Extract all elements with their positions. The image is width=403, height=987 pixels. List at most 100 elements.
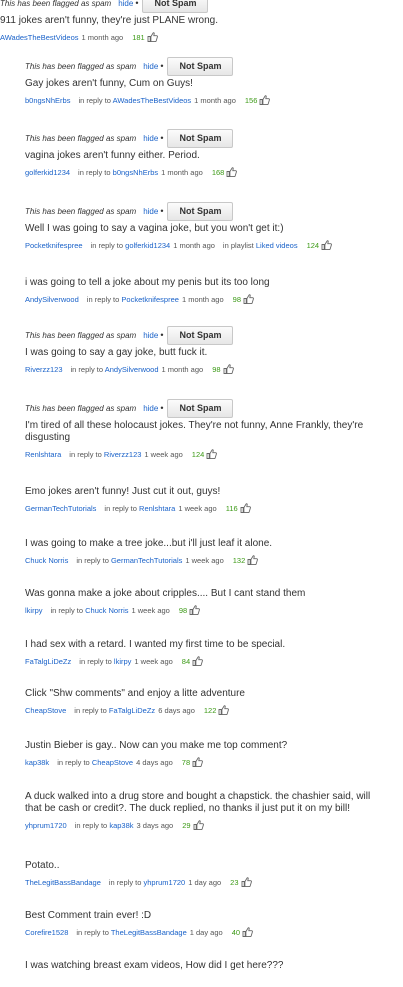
thumbs-up-icon[interactable] [247,555,259,566]
comment-author-link[interactable]: kap38k [25,758,49,767]
comment-time: 1 month ago [161,167,203,177]
thumbs-up-icon[interactable] [147,32,158,43]
comment-time: 1 week ago [178,503,217,513]
spam-flag-label: This has been flagged as spam [0,0,112,8]
thumbs-up-icon[interactable] [226,167,238,178]
in-reply-to-label: in reply to [78,167,111,177]
comment-author-link[interactable]: CheapStove [25,706,66,715]
reply-parent-link[interactable]: AndySilverwood [105,365,159,374]
comment: Potato.. TheLegitBassBandage in reply to… [25,858,403,888]
like-count: 98 [178,605,188,615]
comment-author-link[interactable]: AWadesTheBestVideos [0,33,79,42]
reply-parent-link[interactable]: Chuck Norris [85,606,128,615]
comment-author-link[interactable]: Renlshtara [25,450,61,459]
reply-parent-link[interactable]: Riverzz123 [104,450,142,459]
comment-author-link[interactable]: TheLegitBassBandage [25,878,101,887]
not-spam-button[interactable]: Not Spam [167,325,234,345]
comment: Emo jokes aren't funny! Just cut it out,… [25,484,403,514]
comment-text: I had sex with a retard. I wanted my fir… [25,639,286,650]
reply-parent-link[interactable]: FaTalgLiDeZz [109,706,155,715]
reply-parent-link[interactable]: GermanTechTutorials [111,556,182,565]
hide-link[interactable]: hide [143,62,158,71]
thumbs-up-icon[interactable] [241,877,252,888]
comment-author-link[interactable]: Chuck Norris [25,556,68,565]
in-reply-to-label: in reply to [90,240,124,250]
like-count: 168 [211,167,225,177]
reply-parent-link[interactable]: CheapStove [92,758,133,767]
comment-author-link[interactable]: FaTalgLiDeZz [25,657,71,666]
reply-parent-link[interactable]: TheLegitBassBandage [111,928,187,937]
comment-time: 6 days ago [158,705,195,715]
not-spam-button[interactable]: Not Spam [142,0,209,13]
spam-flag-row: This has been flagged as spam hide • Not… [25,398,403,418]
thumbs-up-icon[interactable] [206,449,218,460]
reply-parent-link[interactable]: lkirpy [114,657,132,666]
in-reply-to-label: in reply to [79,656,112,666]
thumbs-up-icon[interactable] [240,503,251,514]
not-spam-button[interactable]: Not Spam [167,201,234,221]
like-count: 156 [244,95,258,105]
in-reply-to-label: in reply to [50,605,84,615]
comment-author-link[interactable]: Riverzz123 [25,365,63,374]
not-spam-button[interactable]: Not Spam [167,56,234,76]
thumbs-up-icon[interactable] [193,820,204,831]
comment-meta: AndySilverwood in reply to Pocketknifesp… [25,294,403,305]
like-count: 23 [230,877,239,887]
reply-parent-link[interactable]: AWadesTheBestVideos [113,96,192,105]
reply-info: in reply to kap38k [67,821,134,830]
comment-author-link[interactable]: golferkid1234 [25,168,70,177]
comment-author-link[interactable]: lkirpy [25,606,43,615]
reply-parent-link[interactable]: b0ngsNhErbs [113,168,158,177]
comment-author-link[interactable]: AndySilverwood [25,295,79,304]
in-reply-to-label: in reply to [70,364,104,374]
hide-link[interactable]: hide [143,331,158,340]
comment-time: 1 week ago [134,656,173,666]
hide-link[interactable]: hide [143,207,158,216]
thumbs-up-icon[interactable] [243,294,254,305]
comment-author-link[interactable]: Pocketknifespree [25,241,83,250]
comment-author-link[interactable]: yhprum1720 [25,821,67,830]
not-spam-button[interactable]: Not Spam [167,398,234,418]
comment-meta: Chuck Norris in reply to GermanTechTutor… [25,555,403,566]
comment-author-link[interactable]: b0ngsNhErbs [25,96,70,105]
reply-info: in reply to yhprum1720 [101,878,185,887]
like-count: 124 [191,449,205,459]
playlist-link[interactable]: Liked videos [256,241,298,250]
reply-parent-link[interactable]: Renlshtara [139,504,175,513]
reply-info: in reply to golferkid1234 [83,241,171,250]
hide-link[interactable]: hide [118,0,133,8]
separator-bullet: • [160,403,164,413]
comment-meta: TheLegitBassBandage in reply to yhprum17… [25,877,403,888]
reply-parent-link[interactable]: kap38k [109,821,133,830]
comment-time: 1 day ago [188,877,222,887]
hide-link[interactable]: hide [143,404,158,413]
comment: This has been flagged as spam hide • Not… [25,56,403,106]
thumbs-up-icon[interactable] [242,927,253,938]
reply-parent-link[interactable]: yhprum1720 [144,878,186,887]
comment-author-link[interactable]: Corefire1528 [25,928,68,937]
like-count: 124 [306,240,320,250]
reply-parent-link[interactable]: Pocketknifespree [121,295,179,304]
thumbs-up-icon[interactable] [189,605,201,616]
comment-meta: FaTalgLiDeZz in reply to lkirpy 1 week a… [25,656,403,667]
thumbs-up-icon[interactable] [259,95,271,106]
thumbs-up-icon[interactable] [192,757,204,768]
thumbs-up-icon[interactable] [223,364,234,375]
not-spam-button[interactable]: Not Spam [167,128,234,148]
thumbs-up-icon[interactable] [192,656,204,667]
comment-author-link[interactable]: GermanTechTutorials [25,504,96,513]
separator-bullet: • [160,330,164,340]
separator-bullet: • [160,61,164,71]
hide-link[interactable]: hide [143,134,158,143]
reply-parent-link[interactable]: golferkid1234 [125,241,170,250]
thumbs-up-icon[interactable] [218,705,230,716]
comment-time: 1 day ago [189,927,223,937]
comment-time: 1 week ago [185,555,224,565]
comment-meta: kap38k in reply to CheapStove 4 days ago… [25,757,403,768]
spam-flag-row: This has been flagged as spam hide • Not… [25,325,403,345]
thumbs-up-icon[interactable] [321,240,332,251]
in-playlist-label: in playlist [222,240,254,250]
comment: I had sex with a retard. I wanted my fir… [25,637,403,667]
comment-meta: AWadesTheBestVideos 1 month ago 181 [0,32,403,43]
comment-time: 1 week ago [144,449,183,459]
